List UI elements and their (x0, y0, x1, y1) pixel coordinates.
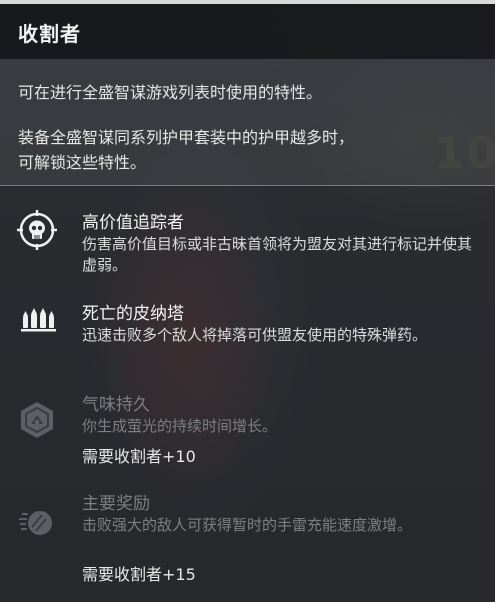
perk-name: 气味持久 (82, 395, 150, 415)
perk-description: 你生成萤光的持续时间增长。 (82, 417, 278, 435)
perk-name: 死亡的皮纳塔 (82, 304, 184, 324)
perk-name: 主要奖励 (82, 494, 150, 514)
perk-name: 高价值追踪者 (82, 213, 184, 233)
perk-description: 迅速击败多个敌人将掉落可供盟友使用的特殊弹药。 (82, 326, 428, 344)
tooltip-header: 收割者 (0, 0, 495, 59)
armor-set-tooltip: 收割者 可在进行全盛智谋游戏列表时使用的特性。 装备全盛智谋同系列护甲套装中的护… (0, 0, 495, 602)
description-line-3: 可解锁这些特性。 (18, 153, 147, 172)
perk-requirement: 需要收割者+15 (82, 565, 196, 584)
tooltip-description: 可在进行全盛智谋游戏列表时使用的特性。 装备全盛智谋同系列护甲套装中的护甲越多时… (0, 59, 495, 186)
grenade-icon (17, 501, 57, 541)
hex-shield-icon (17, 400, 57, 440)
perk-requirement: 需要收割者+10 (82, 447, 196, 466)
skull-target-icon (17, 210, 57, 250)
perk-description: 击败强大的敌人可获得暂时的手雷充能速度激增。 (82, 516, 413, 534)
ammo-bricks-icon (17, 301, 57, 341)
description-line-1: 可在进行全盛智谋游戏列表时使用的特性。 (18, 83, 323, 102)
perk-description: 伤害高价值目标或非古昧首领将为盟友对其进行标记并使其虚弱。 (82, 235, 473, 274)
description-line-2: 装备全盛智谋同系列护甲套装中的护甲越多时， (18, 128, 355, 147)
perk-list: 高价值追踪者 伤害高价值目标或非古昧首领将为盟友对其进行标记并使其虚弱。 死亡的… (0, 186, 495, 602)
tooltip-title: 收割者 (18, 22, 81, 46)
